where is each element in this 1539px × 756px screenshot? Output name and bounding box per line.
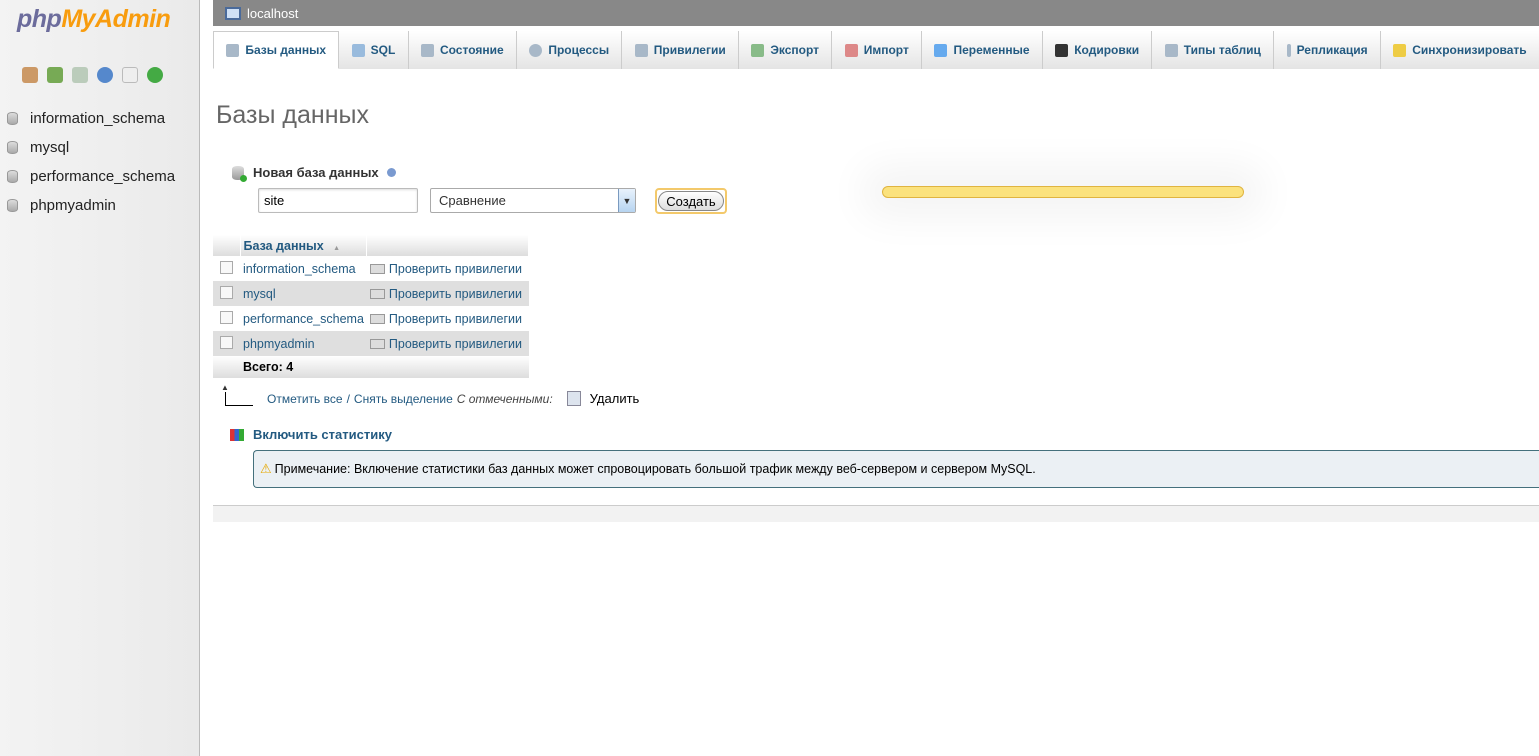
engines-icon <box>1164 43 1178 57</box>
synchronize-icon <box>1393 43 1407 57</box>
databases-table: База данных ▲ information_schema Проверит… <box>213 235 530 378</box>
table-footer: Всего: 4 <box>213 356 529 378</box>
tab-sql[interactable]: SQL <box>339 31 409 69</box>
check-privileges-link[interactable]: Проверить привилегии <box>369 337 526 351</box>
collation-select[interactable]: Сравнение ▼ <box>430 188 636 213</box>
home-icon[interactable] <box>22 67 38 83</box>
database-icon <box>226 43 240 57</box>
sort-ascending-icon: ▲ <box>333 244 341 252</box>
database-link[interactable]: information_schema <box>243 262 356 276</box>
drop-icon <box>566 391 581 406</box>
selection-bar: Отметить все / Снять выделение С отмечен… <box>221 383 639 406</box>
row-checkbox[interactable] <box>220 335 233 349</box>
warning-icon: ⚠ <box>260 461 272 476</box>
database-icon <box>7 112 18 125</box>
tab-databases[interactable]: Базы данных <box>213 31 340 69</box>
check-privileges-link[interactable]: Проверить привилегии <box>369 287 526 301</box>
help-icon[interactable] <box>386 168 396 177</box>
row-checkbox[interactable] <box>220 285 233 299</box>
tab-variables[interactable]: Переменные <box>922 31 1043 69</box>
logout-icon[interactable] <box>47 67 63 83</box>
database-link[interactable]: phpmyadmin <box>243 337 315 351</box>
replication-icon <box>1286 43 1291 57</box>
server-link[interactable]: localhost <box>247 6 298 21</box>
database-icon <box>7 170 18 183</box>
enable-statistics-link[interactable]: Включить статистику <box>230 427 392 442</box>
tab-charsets[interactable]: Кодировки <box>1042 31 1153 69</box>
bottom-bar <box>213 505 1539 522</box>
row-checkbox[interactable] <box>220 310 233 324</box>
tab-export[interactable]: Экспорт <box>739 31 833 69</box>
tab-status[interactable]: Состояние <box>408 31 517 69</box>
database-add-icon <box>232 165 247 182</box>
database-icon <box>7 199 18 212</box>
phpmyadmin-logo[interactable]: phpMyAdmin <box>17 5 171 34</box>
sql-icon <box>351 43 365 57</box>
server-breadcrumb: localhost <box>213 0 1539 26</box>
table-row: information_schema Проверить привилегии <box>213 256 529 281</box>
database-name-input[interactable] <box>258 188 418 213</box>
column-header-database[interactable]: База данных ▲ <box>240 235 368 256</box>
tab-processes[interactable]: Процессы <box>517 31 623 69</box>
nav-db-performance-schema[interactable]: performance_schema <box>0 162 200 191</box>
export-icon <box>751 43 765 57</box>
import-icon <box>844 43 858 57</box>
tab-synchronize[interactable]: Синхронизировать <box>1380 31 1539 69</box>
database-link[interactable]: performance_schema <box>243 312 364 326</box>
tab-engines[interactable]: Типы таблиц <box>1152 31 1275 69</box>
variables-icon <box>934 43 948 57</box>
tab-replication[interactable]: Репликация <box>1274 31 1381 69</box>
row-checkbox[interactable] <box>220 260 233 274</box>
reload-icon[interactable] <box>147 67 163 83</box>
privileges-icon <box>634 43 648 57</box>
chevron-down-icon[interactable]: ▼ <box>618 189 635 212</box>
table-row: phpmyadmin Проверить привилегии <box>213 331 529 356</box>
status-icon <box>420 43 434 57</box>
privileges-icon <box>369 313 385 324</box>
nav-db-mysql[interactable]: mysql <box>0 133 200 162</box>
nav-db-phpmyadmin[interactable]: phpmyadmin <box>0 191 200 220</box>
tab-import[interactable]: Импорт <box>832 31 923 69</box>
database-link[interactable]: mysql <box>243 287 276 301</box>
create-button[interactable]: Создать <box>655 188 727 214</box>
database-icon <box>7 141 18 154</box>
gear-icon <box>529 43 543 57</box>
loading-bar <box>882 186 1244 198</box>
check-privileges-link[interactable]: Проверить привилегии <box>369 262 526 276</box>
tab-bar: Базы данных SQL Состояние Процессы Приви… <box>213 31 1539 69</box>
uncheck-all-link[interactable]: Снять выделение <box>354 392 453 406</box>
check-all-link[interactable]: Отметить все <box>267 392 343 406</box>
privileges-icon <box>369 338 385 349</box>
privileges-icon <box>369 288 385 299</box>
new-database-label: Новая база данных <box>232 165 396 182</box>
server-icon <box>225 6 241 20</box>
nav-db-information-schema[interactable]: information_schema <box>0 104 200 133</box>
query-window-icon[interactable] <box>72 67 88 83</box>
notice-box: ⚠ Примечание: Включение статистики баз да… <box>253 450 1539 488</box>
check-privileges-link[interactable]: Проверить привилегии <box>369 312 526 326</box>
table-row: mysql Проверить привилегии <box>213 281 529 306</box>
help-icon[interactable] <box>97 67 113 83</box>
drop-button[interactable]: Удалить <box>566 391 639 406</box>
tab-privileges[interactable]: Привилегии <box>622 31 740 69</box>
arrow-up-icon <box>221 383 253 406</box>
table-row: performance_schema Проверить привилегии <box>213 306 529 331</box>
navigation-panel: phpMyAdmin information_schema mysql perf… <box>0 0 200 756</box>
total-count: Всего: 4 <box>240 356 367 378</box>
bar-chart-icon <box>230 428 244 441</box>
docs-icon[interactable] <box>122 67 138 83</box>
page-title: Базы данных <box>216 101 369 129</box>
privileges-icon <box>369 263 385 274</box>
charset-icon <box>1055 43 1069 57</box>
